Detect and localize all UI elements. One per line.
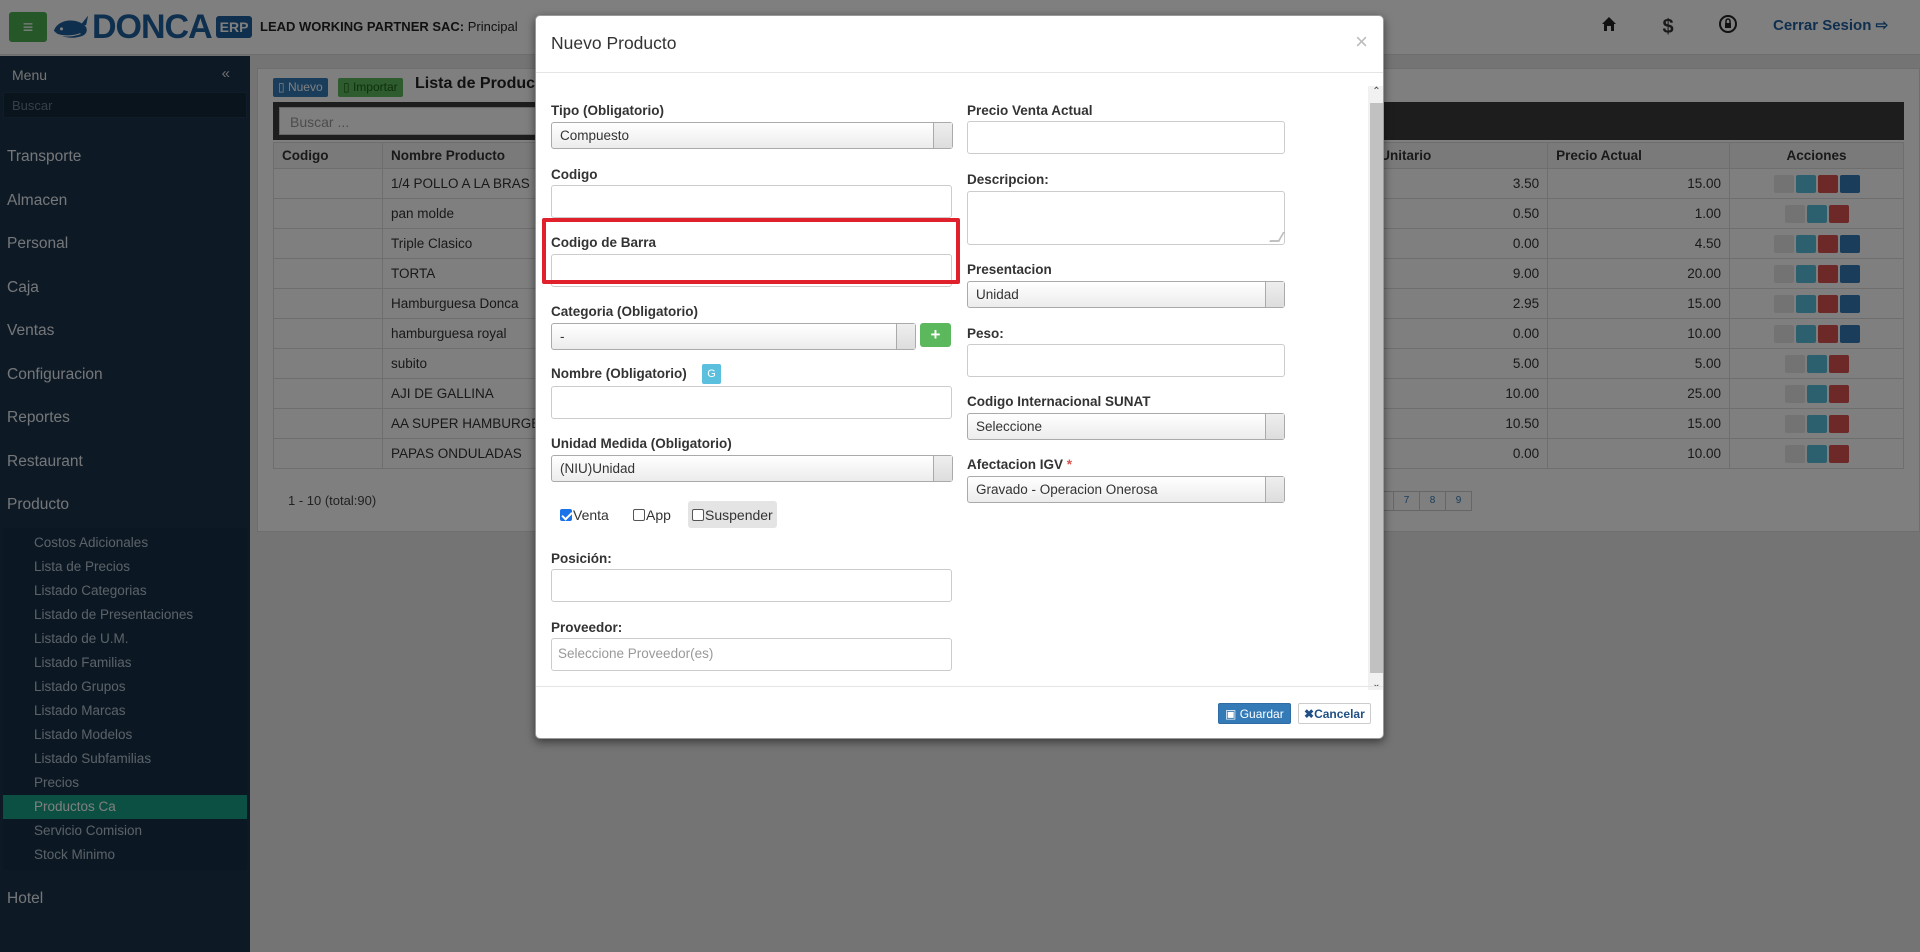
descripcion-label: Descripcion: <box>967 172 1049 187</box>
modal-header: Nuevo Producto × <box>536 16 1383 73</box>
close-x-icon: ✖ <box>1304 707 1315 721</box>
suspender-label: Suspender <box>705 506 773 523</box>
igv-select[interactable]: Gravado - Operacion Onerosa <box>967 476 1285 503</box>
presentacion-label: Presentacion <box>967 262 1052 277</box>
modal-body: Tipo (Obligatorio) Compuesto Codigo Codi… <box>536 73 1383 690</box>
add-categoria-button[interactable]: + <box>920 323 951 347</box>
modal-scrollbar[interactable]: ⌃ ⌄ <box>1368 86 1383 690</box>
save-label: Guardar <box>1239 707 1284 721</box>
generate-name-button[interactable]: G <box>702 364 721 384</box>
new-product-modal: Nuevo Producto × Tipo (Obligatorio) Comp… <box>535 15 1384 739</box>
nombre-input[interactable] <box>551 386 952 419</box>
tipo-label: Tipo (Obligatorio) <box>551 103 664 118</box>
igv-label: Afectacion IGV * <box>967 457 1072 472</box>
venta-label: Venta <box>573 506 609 523</box>
highlight-box <box>542 218 960 284</box>
resize-grip-icon[interactable] <box>1269 232 1285 242</box>
checkbox-icon <box>633 508 645 521</box>
sunat-select[interactable]: Seleccione <box>967 413 1285 440</box>
sunat-label: Codigo Internacional SUNAT <box>967 394 1151 409</box>
save-icon: ▣ <box>1225 707 1237 721</box>
required-mark: * <box>1066 457 1073 472</box>
unidad-select[interactable]: (NIU)Unidad <box>551 455 953 482</box>
checkbox-icon <box>692 508 704 521</box>
close-icon[interactable]: × <box>1355 31 1368 53</box>
categoria-label: Categoria (Obligatorio) <box>551 304 699 319</box>
app-label: App <box>646 506 671 523</box>
presentacion-select[interactable]: Unidad <box>967 281 1285 308</box>
cancel-label: Cancelar <box>1314 707 1365 721</box>
peso-label: Peso: <box>967 326 1004 341</box>
descripcion-textarea[interactable] <box>967 191 1285 245</box>
nombre-label: Nombre (Obligatorio) <box>551 366 687 381</box>
tipo-select[interactable]: Compuesto <box>551 122 953 149</box>
checkbox-checked-icon <box>560 508 572 521</box>
scrollbar-thumb[interactable] <box>1370 103 1383 673</box>
save-button[interactable]: ▣ Guardar <box>1218 703 1291 724</box>
modal-footer: ▣ Guardar ✖Cancelar <box>536 686 1383 738</box>
scroll-up-icon[interactable]: ⌃ <box>1371 86 1382 97</box>
codigo-label: Codigo <box>551 167 598 182</box>
suspender-checkbox[interactable]: Suspender <box>688 501 777 528</box>
categoria-select[interactable]: - <box>551 323 916 350</box>
peso-input[interactable] <box>967 344 1285 377</box>
precio-label: Precio Venta Actual <box>967 103 1093 118</box>
proveedor-select[interactable]: Seleccione Proveedor(es) <box>551 638 952 671</box>
modal-title: Nuevo Producto <box>551 33 677 53</box>
posicion-input[interactable] <box>551 569 952 602</box>
igv-label-text: Afectacion IGV <box>967 457 1064 472</box>
cancel-button[interactable]: ✖Cancelar <box>1298 703 1371 724</box>
app-checkbox[interactable]: App <box>629 501 675 528</box>
codigo-input[interactable] <box>551 185 952 218</box>
proveedor-label: Proveedor: <box>551 620 623 635</box>
precio-input[interactable] <box>967 121 1285 154</box>
unidad-label: Unidad Medida (Obligatorio) <box>551 436 732 451</box>
posicion-label: Posición: <box>551 551 612 566</box>
venta-checkbox[interactable]: Venta <box>556 501 613 528</box>
